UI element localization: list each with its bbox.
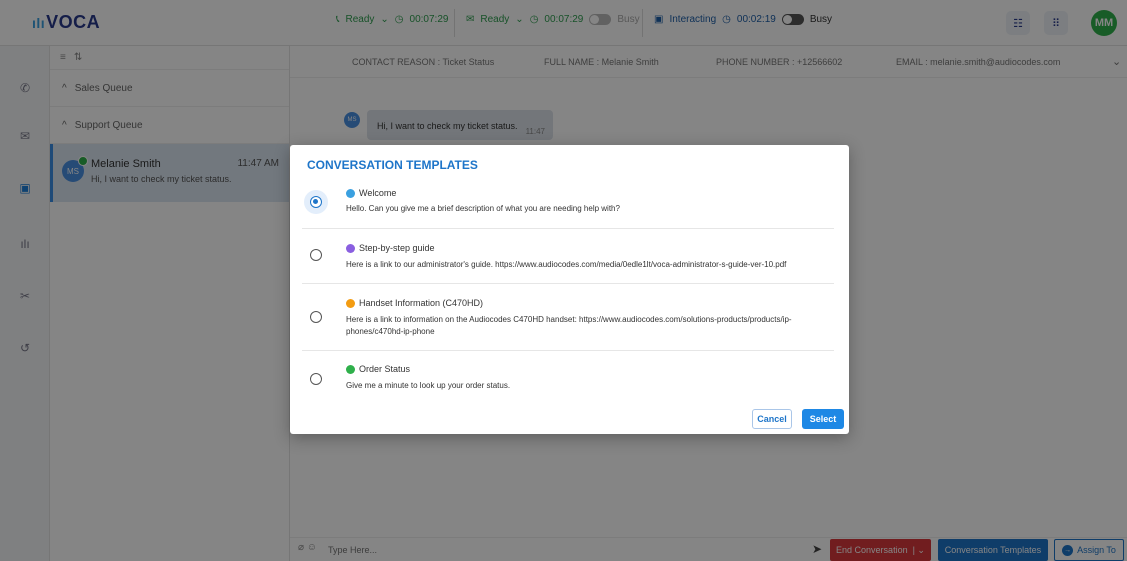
template-radio[interactable] (310, 311, 322, 323)
cancel-button[interactable]: Cancel (752, 409, 792, 429)
template-name: Handset Information (C470HD) (359, 298, 484, 308)
conversation-templates-dialog: CONVERSATION TEMPLATES Welcome Hello. Ca… (290, 145, 849, 434)
color-tag-icon (346, 244, 355, 253)
template-name: Step-by-step guide (359, 243, 435, 253)
template-radio[interactable] (310, 196, 322, 208)
template-option[interactable]: Handset Information (C470HD) Here is a l… (302, 284, 834, 351)
template-text: Hello. Can you give me a brief descripti… (346, 204, 620, 213)
template-name: Welcome (359, 188, 397, 198)
template-text: Give me a minute to look up your order s… (346, 381, 511, 390)
color-tag-icon (346, 189, 355, 198)
select-button[interactable]: Select (802, 409, 844, 429)
color-tag-icon (346, 365, 355, 374)
template-radio[interactable] (310, 373, 322, 385)
template-option[interactable]: Welcome Hello. Can you give me a brief d… (302, 183, 834, 229)
template-text: Here is a link to information on the Aud… (346, 315, 792, 336)
color-tag-icon (346, 299, 355, 308)
template-option[interactable]: Step-by-step guide Here is a link to our… (302, 229, 834, 284)
template-text: Here is a link to our administrator's gu… (346, 260, 787, 269)
template-radio[interactable] (310, 249, 322, 261)
template-name: Order Status (359, 364, 411, 374)
dialog-title: CONVERSATION TEMPLATES (307, 158, 478, 172)
template-option[interactable]: Order Status Give me a minute to look up… (302, 351, 834, 401)
